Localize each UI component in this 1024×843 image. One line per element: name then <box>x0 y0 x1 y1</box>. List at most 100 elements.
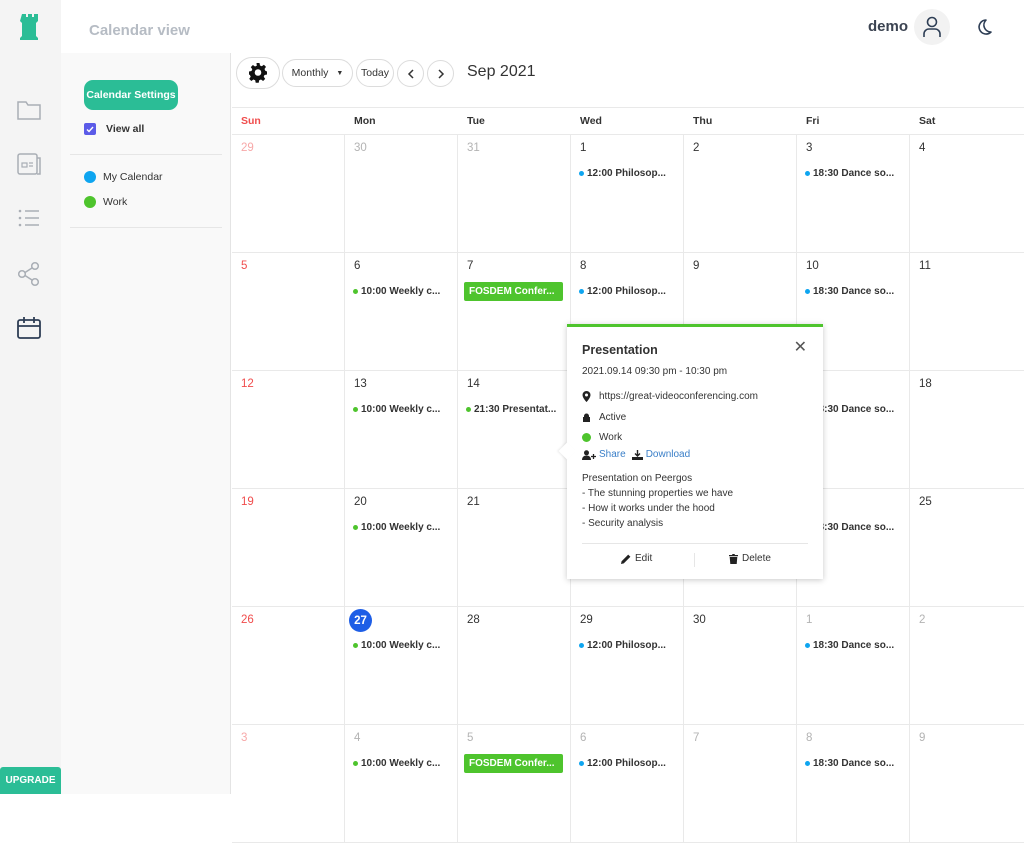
event-details-popup: Presentation ✕ 2021.09.14 09:30 pm - 10:… <box>558 324 823 579</box>
share-icon[interactable] <box>14 259 44 289</box>
calendar-event[interactable]: 10:00 Weekly c... <box>353 286 440 297</box>
day-number: 4 <box>354 732 361 744</box>
weekday-header-row: Sun Mon Tue Wed Thu Fri Sat <box>232 108 1024 135</box>
edit-button[interactable]: Edit <box>621 553 652 564</box>
peergos-logo-icon[interactable] <box>20 14 40 40</box>
day-cell[interactable]: 29 12:00 Philosop... <box>571 607 684 725</box>
day-cell[interactable]: 18 <box>910 371 1024 489</box>
day-cell[interactable]: 2 <box>910 607 1024 725</box>
day-cell[interactable]: 3 <box>232 725 345 843</box>
calendar-item-label: Work <box>103 196 128 208</box>
next-month-button[interactable] <box>427 60 454 87</box>
calendar-event[interactable]: 21:30 Presentat... <box>466 404 556 415</box>
day-cell[interactable]: 5 FOSDEM Confer... <box>458 725 571 843</box>
dark-mode-moon-icon[interactable] <box>974 17 994 37</box>
calendar-event[interactable]: 12:00 Philosop... <box>579 640 666 651</box>
day-number: 5 <box>241 260 248 272</box>
calendar-event[interactable]: 12:00 Philosop... <box>579 286 666 297</box>
event-dot-icon <box>805 171 810 176</box>
calendar-event[interactable]: 10:00 Weekly c... <box>353 404 440 415</box>
folder-icon[interactable] <box>14 95 44 125</box>
gear-icon <box>249 63 267 83</box>
calendar-icon[interactable] <box>14 313 44 343</box>
checkbox-checked-icon[interactable] <box>84 123 96 135</box>
event-datetime: 2021.09.14 09:30 pm - 10:30 pm <box>582 366 728 377</box>
day-cell[interactable]: 20 10:00 Weekly c... <box>345 489 458 607</box>
calendar-event[interactable]: 18:30 Dance so... <box>805 286 894 297</box>
day-cell[interactable]: 1 18:30 Dance so... <box>797 607 910 725</box>
close-icon[interactable]: ✕ <box>794 337 807 357</box>
calendar-event[interactable]: 18:30 Dance so... <box>805 640 894 651</box>
day-cell[interactable]: 8 18:30 Dance so... <box>797 725 910 843</box>
day-cell[interactable]: 4 10:00 Weekly c... <box>345 725 458 843</box>
event-location-row: https://great-videoconferencing.com <box>582 391 758 402</box>
calendar-event[interactable]: FOSDEM Confer... <box>464 282 563 301</box>
today-date-badge: 27 <box>349 609 372 632</box>
divider <box>70 154 222 155</box>
calendar-event[interactable]: 18:30 Dance so... <box>805 168 894 179</box>
day-cell[interactable]: 4 <box>910 135 1024 253</box>
today-button[interactable]: Today <box>356 59 394 87</box>
list-icon[interactable] <box>14 203 44 233</box>
delete-button[interactable]: Delete <box>729 553 771 564</box>
day-cell[interactable]: 13 10:00 Weekly c... <box>345 371 458 489</box>
day-cell[interactable]: 9 <box>910 725 1024 843</box>
prev-month-button[interactable] <box>397 60 424 87</box>
day-cell[interactable]: 7 <box>684 725 797 843</box>
pencil-icon <box>621 554 631 564</box>
day-number: 28 <box>467 614 480 626</box>
day-cell[interactable]: 6 10:00 Weekly c... <box>345 253 458 371</box>
day-cell[interactable]: 29 <box>232 135 345 253</box>
divider <box>582 543 808 544</box>
day-cell[interactable]: 31 <box>458 135 571 253</box>
settings-gear-button[interactable] <box>236 57 280 89</box>
weekday-header-sat: Sat <box>919 115 936 127</box>
location-pin-icon <box>582 391 591 402</box>
calendar-event[interactable]: 10:00 Weekly c... <box>353 522 440 533</box>
calendar-event[interactable]: 10:00 Weekly c... <box>353 758 440 769</box>
day-cell[interactable]: 25 <box>910 489 1024 607</box>
calendar-event[interactable]: 10:00 Weekly c... <box>353 640 440 651</box>
calendar-item-label: My Calendar <box>103 171 163 183</box>
calendar-event[interactable]: FOSDEM Confer... <box>464 754 563 773</box>
day-cell[interactable]: 3 18:30 Dance so... <box>797 135 910 253</box>
day-cell[interactable]: 14 21:30 Presentat... <box>458 371 571 489</box>
weekday-header-tue: Tue <box>467 115 485 127</box>
day-cell[interactable]: 30 <box>684 607 797 725</box>
day-cell[interactable]: 26 <box>232 607 345 725</box>
calendar-event[interactable]: 18:30 Dance so... <box>805 758 894 769</box>
day-number: 12 <box>241 378 254 390</box>
calendar-color-dot <box>582 433 591 442</box>
divider <box>70 227 222 228</box>
calendar-event[interactable]: 12:00 Philosop... <box>579 168 666 179</box>
day-cell[interactable]: 5 <box>232 253 345 371</box>
day-cell[interactable]: 12 <box>232 371 345 489</box>
share-link[interactable]: Share <box>582 449 626 460</box>
download-link[interactable]: Download <box>631 449 690 460</box>
view-select-dropdown[interactable]: Monthly ▼ <box>282 59 353 87</box>
calendar-item-my-calendar[interactable]: My Calendar <box>84 171 163 183</box>
day-cell[interactable]: 7 FOSDEM Confer... <box>458 253 571 371</box>
day-number: 8 <box>580 260 587 272</box>
view-all-checkbox[interactable]: View all <box>84 123 144 135</box>
calendar-settings-button[interactable]: Calendar Settings <box>84 80 178 110</box>
day-number: 29 <box>580 614 593 626</box>
day-cell[interactable]: 27 10:00 Weekly c... <box>345 607 458 725</box>
news-icon[interactable] <box>14 149 44 179</box>
day-cell[interactable]: 1 12:00 Philosop... <box>571 135 684 253</box>
calendar-event[interactable]: 12:00 Philosop... <box>579 758 666 769</box>
day-cell[interactable]: 21 <box>458 489 571 607</box>
day-cell[interactable]: 28 <box>458 607 571 725</box>
day-number: 14 <box>467 378 480 390</box>
day-cell[interactable]: 30 <box>345 135 458 253</box>
description-line: - The stunning properties we have <box>582 488 734 499</box>
calendar-item-work[interactable]: Work <box>84 196 127 208</box>
day-cell[interactable]: 2 <box>684 135 797 253</box>
event-dot-icon <box>353 643 358 648</box>
day-cell[interactable]: 6 12:00 Philosop... <box>571 725 684 843</box>
day-cell[interactable]: 19 <box>232 489 345 607</box>
avatar[interactable] <box>914 9 950 45</box>
event-dot-icon <box>579 171 584 176</box>
day-cell[interactable]: 11 <box>910 253 1024 371</box>
upgrade-button[interactable]: UPGRADE <box>0 767 61 794</box>
